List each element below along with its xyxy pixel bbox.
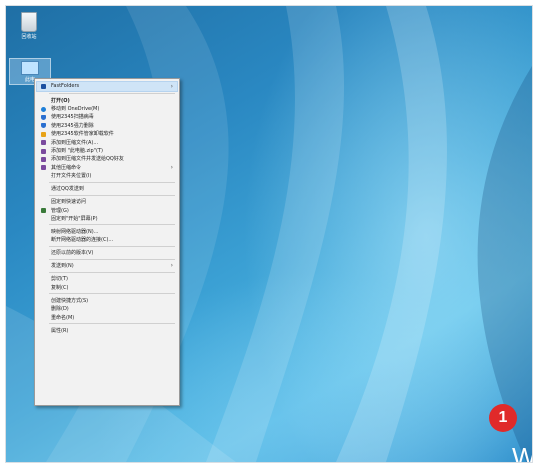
- menu-item[interactable]: 复制(C): [37, 284, 177, 292]
- menu-item[interactable]: 属性(R): [37, 327, 177, 335]
- menu-item-label: 固定到快速访问: [51, 199, 87, 206]
- menu-item[interactable]: 固定到快速访问: [37, 198, 177, 206]
- menu-item-label: 还原以前的版本(V): [51, 250, 94, 257]
- menu-item-label: 打开(O): [51, 97, 70, 104]
- menu-item-label: 通过QQ发送到: [51, 186, 84, 193]
- step-number-badge: 1: [489, 404, 517, 432]
- menu-item[interactable]: 通过QQ发送到: [37, 185, 177, 193]
- menu-item-label: 添加到压缩文件并发送给QQ好友: [51, 156, 124, 163]
- menu-item[interactable]: FastFolders ›: [36, 81, 178, 92]
- cloud-icon: [41, 106, 46, 112]
- menu-item-label: 发送到(N): [51, 263, 74, 270]
- menu-separator: [49, 224, 175, 226]
- menu-item-label: 复制(C): [51, 284, 69, 291]
- menu-item[interactable]: 重命名(M): [37, 314, 177, 322]
- menu-separator: [49, 93, 175, 94]
- menu-item-label: 添加到 "此电脑.zip"(T): [51, 148, 103, 154]
- menu-separator: [49, 194, 175, 196]
- menu-item[interactable]: 映射网络驱动器(N)...: [37, 228, 177, 236]
- windows-brand-fragment: W: [512, 442, 532, 462]
- menu-item-label: 断开网络驱动器的连接(C)...: [51, 237, 114, 244]
- desktop[interactable]: 回收站 此电 FastFolders › 打开(O) 移动到 OneDrive(M) 使…: [5, 5, 533, 463]
- archive-icon: [41, 148, 46, 154]
- menu-item-label: 重命名(M): [51, 314, 75, 321]
- box-icon: [41, 131, 46, 137]
- submenu-arrow-icon: ›: [170, 262, 173, 270]
- manage-icon: [41, 208, 46, 214]
- menu-item[interactable]: 管理(G): [37, 207, 177, 215]
- menu-separator: [49, 271, 175, 273]
- menu-item[interactable]: 添加到 "此电脑.zip"(T): [37, 147, 177, 155]
- menu-item[interactable]: 添加到压缩文件并发送给QQ好友: [37, 155, 177, 163]
- menu-item-label: 添加到压缩文件(A)...: [51, 139, 99, 146]
- menu-item[interactable]: 断开网络驱动器的连接(C)...: [37, 236, 177, 244]
- folder-icon: [41, 83, 46, 89]
- shield-icon: [41, 123, 46, 129]
- menu-item-label: FastFolders: [51, 83, 80, 89]
- menu-separator: [49, 323, 175, 324]
- menu-item-label: 删除(D): [51, 306, 69, 313]
- menu-item-label: 创建快捷方式(S): [51, 297, 89, 304]
- menu-separator: [49, 258, 175, 260]
- menu-item-label: 使用2345软件管家卸载软件: [51, 131, 114, 138]
- menu-item-label: 移动到 OneDrive(M): [51, 106, 100, 112]
- menu-item-label: 其他压缩命令: [51, 164, 82, 171]
- menu-item[interactable]: 使用2345软件管家卸载软件: [37, 130, 177, 138]
- menu-item-label: 使用2345强力删除: [51, 122, 94, 129]
- menu-item-label: 剪切(T): [51, 276, 68, 283]
- menu-item[interactable]: 固定到"开始"屏幕(P): [37, 215, 177, 223]
- menu-item[interactable]: 使用2345强力删除: [37, 122, 177, 130]
- trash-icon: [21, 12, 37, 32]
- menu-item[interactable]: 还原以前的版本(V): [37, 249, 177, 257]
- menu-item[interactable]: 其他压缩命令 ›: [37, 164, 177, 172]
- menu-item[interactable]: 打开文件夹位置(I): [37, 172, 177, 180]
- recycle-bin-label: 回收站: [21, 34, 37, 40]
- menu-item-label: 固定到"开始"屏幕(P): [51, 216, 98, 222]
- monitor-icon: [21, 61, 39, 75]
- shield-icon: [41, 114, 46, 120]
- menu-item-label: 映射网络驱动器(N)...: [51, 229, 99, 235]
- recycle-bin-icon[interactable]: 回收站: [9, 12, 49, 40]
- menu-separator: [49, 245, 175, 247]
- menu-item-label: 打开文件夹位置(I): [51, 173, 92, 180]
- menu-item[interactable]: 发送到(N) ›: [37, 262, 177, 270]
- archive-icon: [41, 165, 46, 171]
- menu-item[interactable]: 删除(D): [37, 305, 177, 313]
- context-menu: FastFolders › 打开(O) 移动到 OneDrive(M) 使用2345扫描…: [34, 78, 180, 406]
- menu-item[interactable]: 使用2345扫描病毒: [37, 113, 177, 121]
- menu-item[interactable]: 剪切(T): [37, 275, 177, 283]
- menu-separator: [49, 293, 175, 295]
- archive-icon: [41, 156, 46, 162]
- menu-item[interactable]: 移动到 OneDrive(M): [37, 105, 177, 113]
- submenu-arrow-icon: ›: [170, 83, 173, 90]
- menu-item-label: 属性(R): [51, 327, 69, 334]
- menu-item[interactable]: 创建快捷方式(S): [37, 297, 177, 305]
- menu-separator: [49, 181, 175, 183]
- submenu-arrow-icon: ›: [170, 163, 173, 171]
- menu-item[interactable]: 添加到压缩文件(A)...: [37, 139, 177, 147]
- menu-item[interactable]: 打开(O): [37, 97, 177, 105]
- archive-icon: [41, 140, 46, 146]
- menu-item-label: 使用2345扫描病毒: [51, 114, 94, 121]
- menu-item-label: 管理(G): [51, 207, 69, 214]
